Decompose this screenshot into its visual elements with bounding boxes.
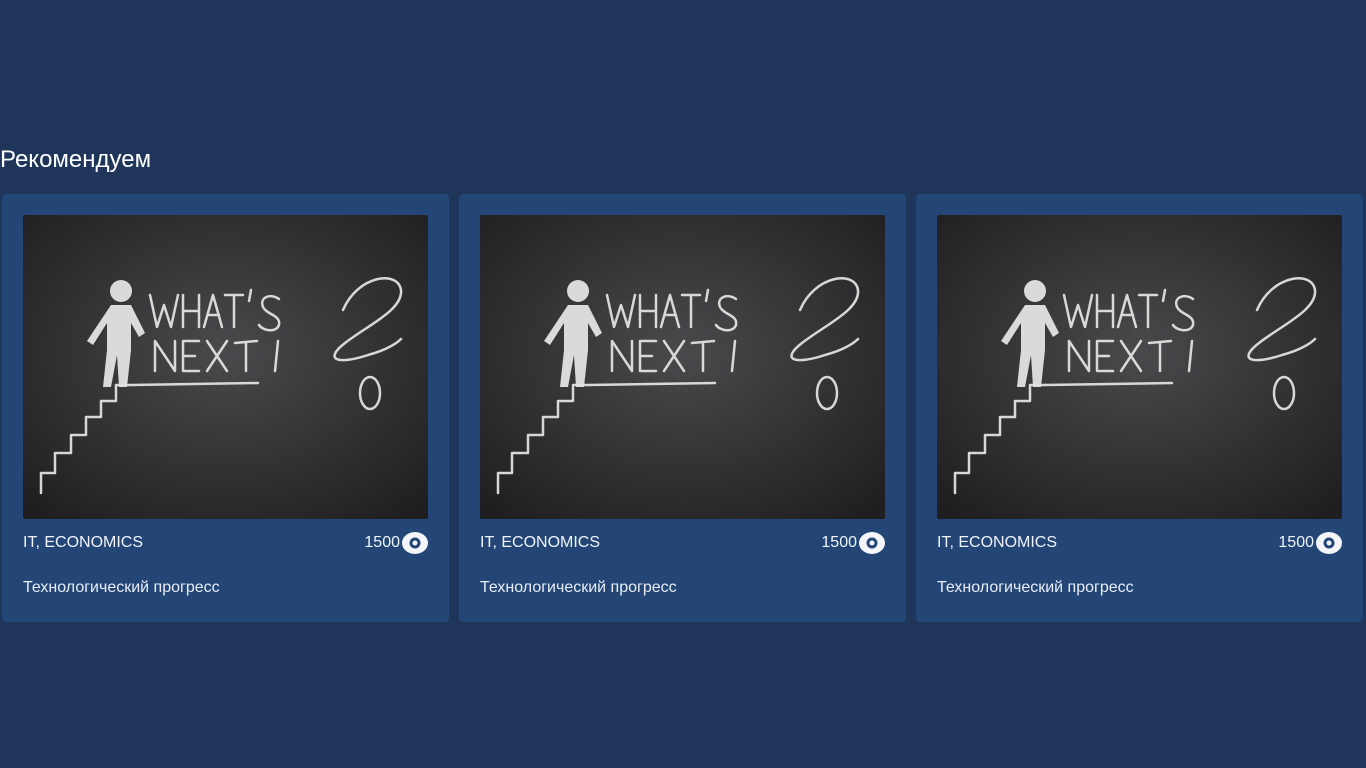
card-list: IT, ECONOMICS 1500 Технологический прогр… <box>2 194 1364 622</box>
article-card[interactable]: IT, ECONOMICS 1500 Технологический прогр… <box>916 194 1363 622</box>
article-card[interactable]: IT, ECONOMICS 1500 Технологический прогр… <box>459 194 906 622</box>
card-image[interactable] <box>480 215 885 519</box>
card-tags: IT, ECONOMICS <box>937 534 1058 551</box>
eye-icon <box>859 532 885 554</box>
eye-icon <box>402 532 428 554</box>
view-count-value: 1500 <box>821 534 857 551</box>
recommended-section: Рекомендуем IT, ECONOMICS 1500 Технологи… <box>0 0 1366 768</box>
view-count-value: 1500 <box>364 534 400 551</box>
card-tags: IT, ECONOMICS <box>23 534 144 551</box>
view-count: 1500 <box>821 532 885 554</box>
card-title[interactable]: Технологический прогресс <box>480 578 677 598</box>
article-card[interactable]: IT, ECONOMICS 1500 Технологический прогр… <box>2 194 449 622</box>
card-tags: IT, ECONOMICS <box>480 534 601 551</box>
view-count: 1500 <box>364 532 428 554</box>
card-image[interactable] <box>23 215 428 519</box>
chalkboard-image <box>23 215 428 519</box>
card-title[interactable]: Технологический прогресс <box>937 578 1134 598</box>
chalkboard-image <box>937 215 1342 519</box>
chalkboard-image <box>480 215 885 519</box>
eye-icon <box>1316 532 1342 554</box>
view-count-value: 1500 <box>1278 534 1314 551</box>
section-title: Рекомендуем <box>0 146 152 173</box>
card-image[interactable] <box>937 215 1342 519</box>
card-title[interactable]: Технологический прогресс <box>23 578 220 598</box>
view-count: 1500 <box>1278 532 1342 554</box>
